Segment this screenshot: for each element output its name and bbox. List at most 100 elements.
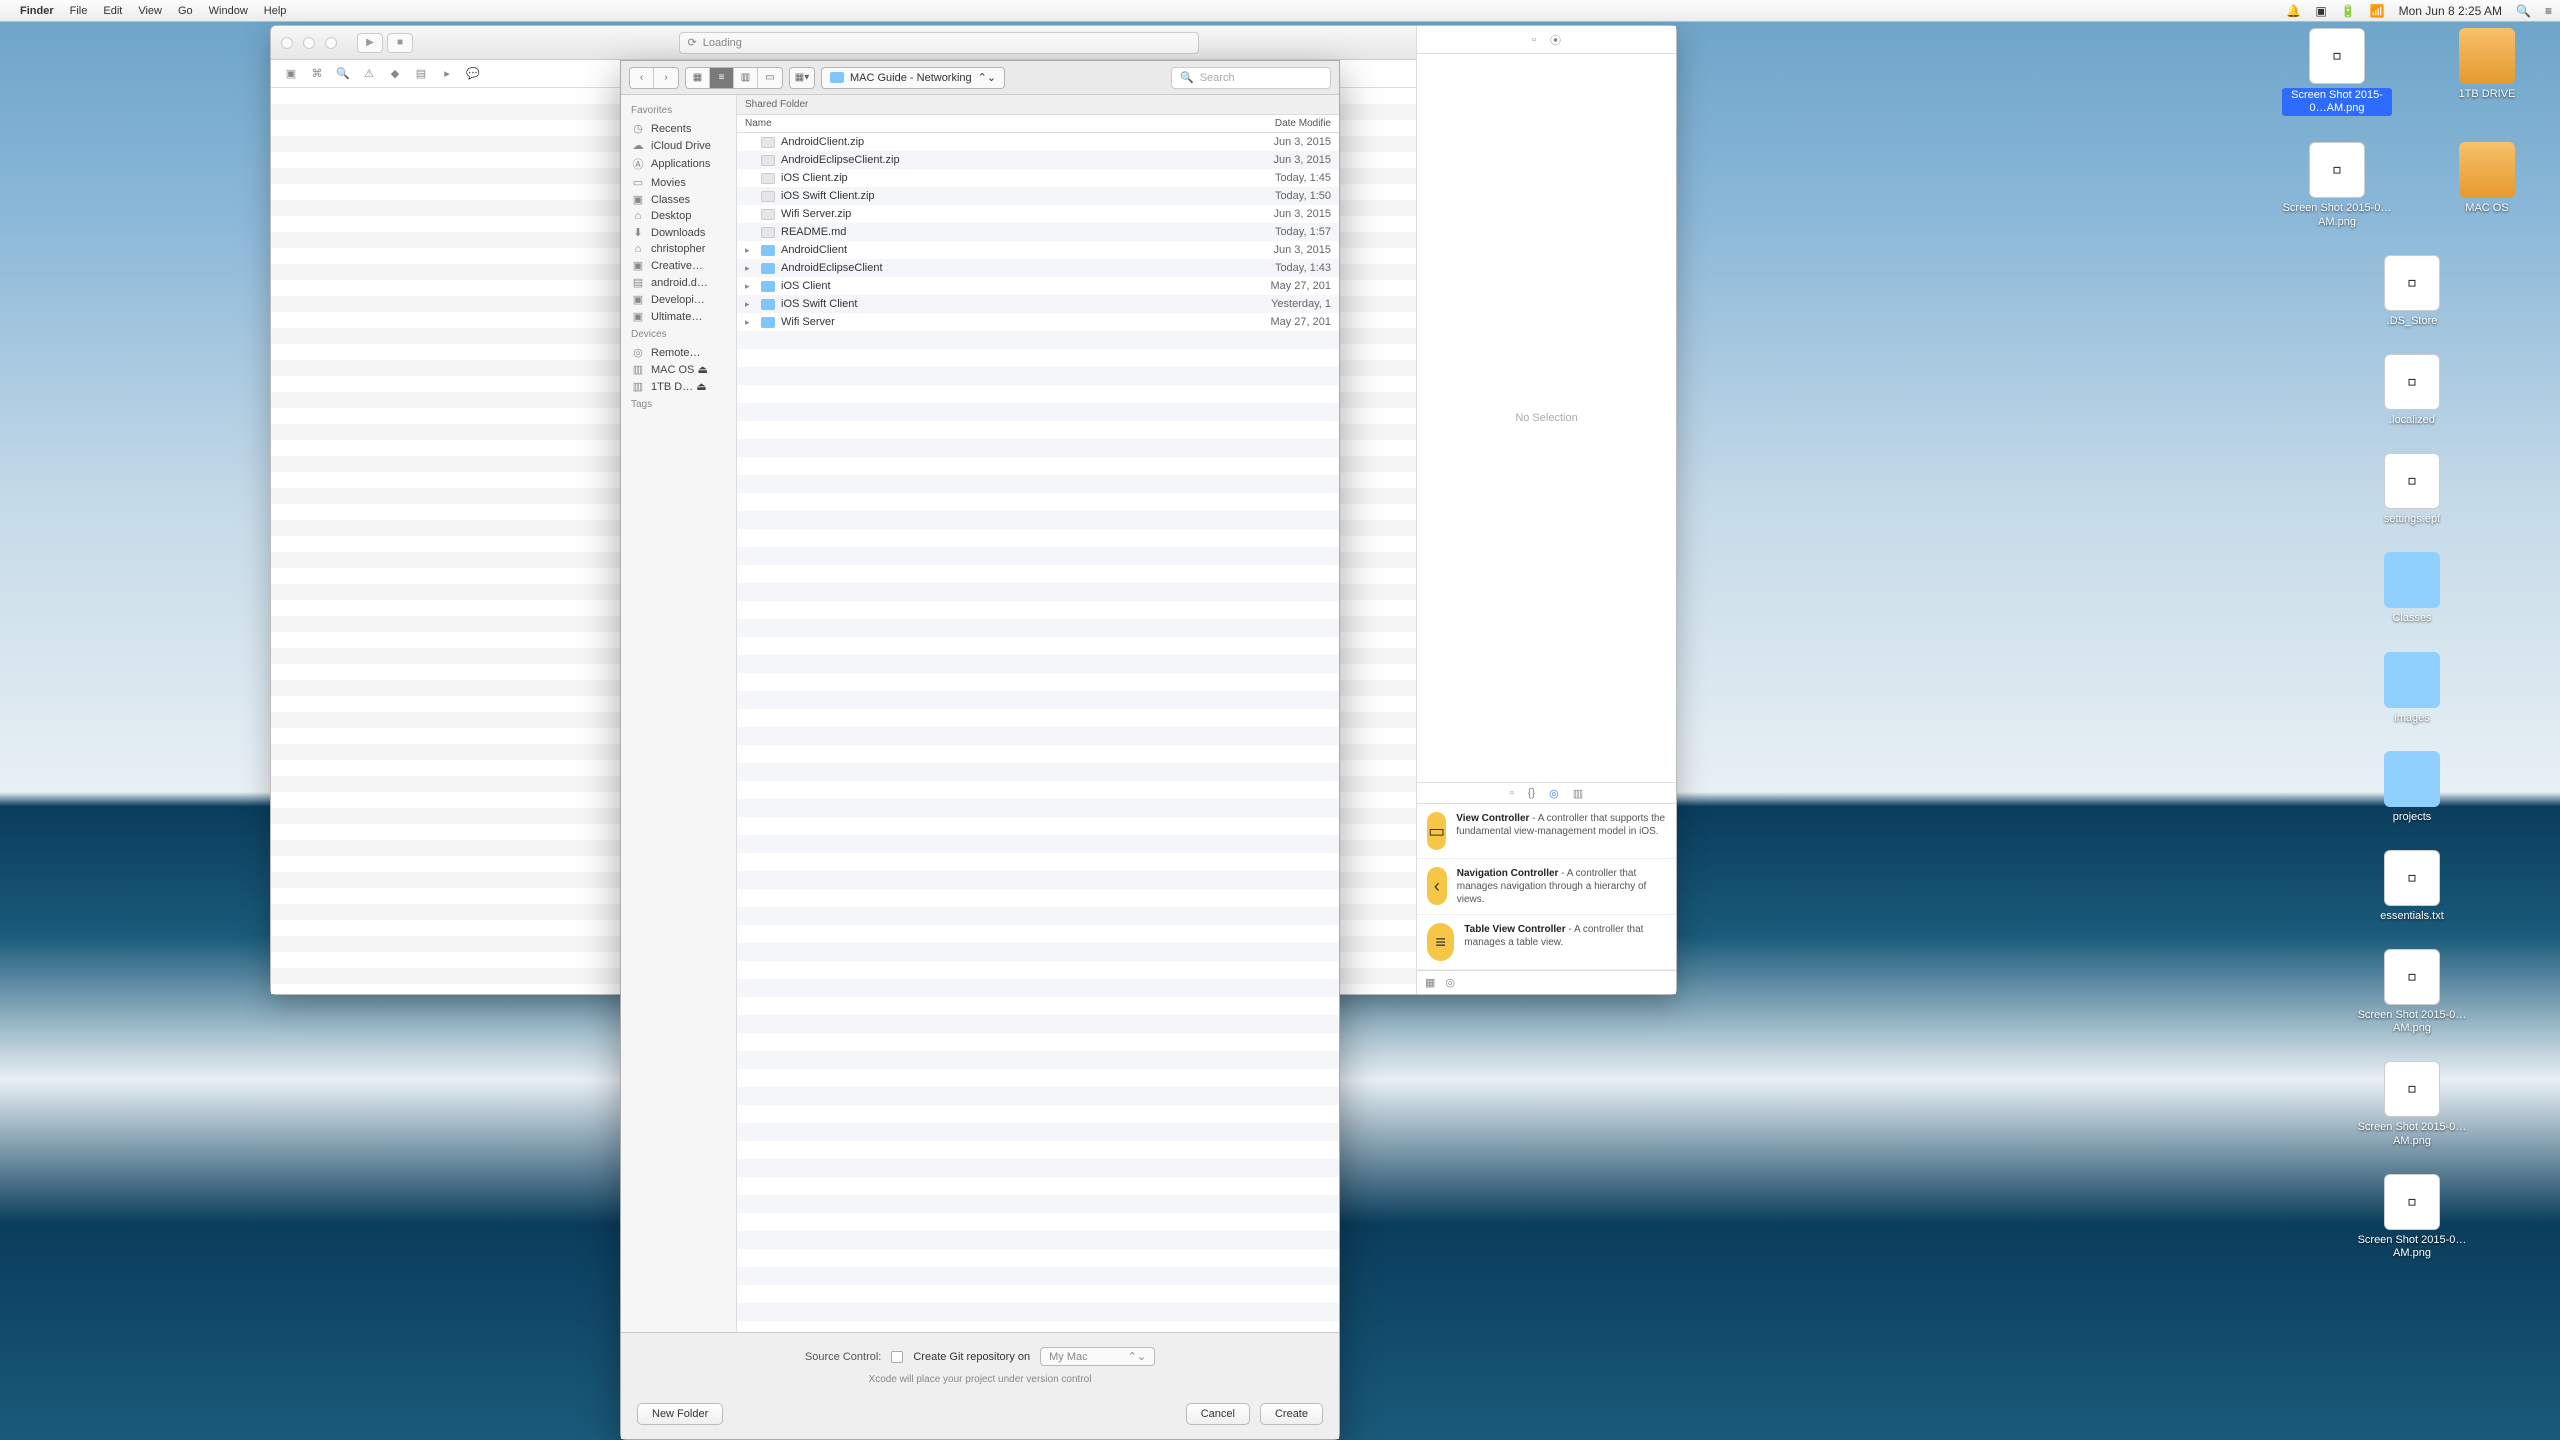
file-row[interactable]: ▸ iOS Swift Client Yesterday, 1 — [737, 295, 1339, 313]
sidebar-item[interactable]: ▣Developi… — [621, 291, 736, 308]
file-row[interactable]: iOS Swift Client.zip Today, 1:50 — [737, 187, 1339, 205]
desktop-icon[interactable]: ▫ Screen Shot 2015-0…AM.png — [2282, 1174, 2542, 1260]
spotlight-icon[interactable]: 🔍 — [2516, 4, 2531, 18]
file-inspector-icon[interactable]: ▫ — [1532, 34, 1536, 46]
col-date[interactable]: Date Modifie — [1221, 118, 1331, 129]
sidebar-item[interactable]: ⌂Desktop — [621, 208, 736, 224]
desktop-icon[interactable]: ▫ settings.epf — [2282, 453, 2542, 526]
nav-fwd[interactable]: › — [654, 68, 678, 88]
file-row[interactable]: ▸ Wifi Server May 27, 201 — [737, 313, 1339, 331]
view-cover[interactable]: ▭ — [758, 68, 782, 88]
library-item[interactable]: ‹ Navigation Controller - A controller t… — [1417, 859, 1676, 915]
library-item[interactable]: ▭ View Controller - A controller that su… — [1417, 804, 1676, 859]
clock[interactable]: Mon Jun 8 2:25 AM — [2399, 4, 2502, 18]
menu-extras-icon[interactable]: ≡ — [2545, 4, 2552, 18]
sidebar-item[interactable]: ⬇Downloads — [621, 224, 736, 241]
disclosure-icon[interactable]: ▸ — [745, 299, 755, 310]
desktop-icon[interactable]: MAC OS — [2432, 142, 2542, 228]
file-row[interactable]: AndroidClient.zip Jun 3, 2015 — [737, 133, 1339, 151]
new-folder-button[interactable]: New Folder — [637, 1403, 723, 1425]
nav-find-icon[interactable]: 🔍 — [335, 66, 351, 82]
desktop-icon[interactable]: ▫ essentials.txt — [2282, 850, 2542, 923]
desktop-icon[interactable]: Classes — [2282, 552, 2542, 625]
menu-window[interactable]: Window — [209, 5, 248, 17]
sidebar-item[interactable]: ▤android.d… — [621, 274, 736, 291]
lib-code-icon[interactable]: {} — [1528, 787, 1535, 799]
desktop-icon[interactable]: ▫ .localized — [2282, 354, 2542, 427]
nav-test-icon[interactable]: ◆ — [387, 66, 403, 82]
cancel-button[interactable]: Cancel — [1186, 1403, 1250, 1425]
view-list[interactable]: ≡ — [710, 68, 734, 88]
sidebar-item[interactable]: ⒶApplications — [621, 154, 736, 174]
path-control[interactable]: MAC Guide - Networking ⌃⌄ — [821, 67, 1005, 89]
app-name[interactable]: Finder — [20, 5, 54, 17]
lib-media-icon[interactable]: ▥ — [1573, 787, 1583, 800]
minimize-button[interactable] — [303, 37, 315, 49]
sidebar-item[interactable]: ▥MAC OS ⏏ — [621, 361, 736, 378]
search-field[interactable]: 🔍 Search — [1171, 67, 1331, 89]
create-button[interactable]: Create — [1260, 1403, 1323, 1425]
file-row[interactable]: ▸ AndroidEclipseClient Today, 1:43 — [737, 259, 1339, 277]
notification-icon[interactable]: 🔔 — [2286, 4, 2301, 18]
sidebar-item[interactable]: ⌂christopher — [621, 241, 736, 257]
sidebar-item[interactable]: ▣Classes — [621, 191, 736, 208]
file-row[interactable]: ▸ AndroidClient Jun 3, 2015 — [737, 241, 1339, 259]
file-row[interactable]: iOS Client.zip Today, 1:45 — [737, 169, 1339, 187]
run-button[interactable]: ▶ — [357, 33, 383, 53]
file-row[interactable]: Wifi Server.zip Jun 3, 2015 — [737, 205, 1339, 223]
desktop-icon[interactable]: ▫ Screen Shot 2015-0…AM.png — [2282, 28, 2392, 116]
arrange-button[interactable]: ▦▾ — [790, 68, 814, 88]
sidebar-item[interactable]: ▣Ultimate… — [621, 308, 736, 325]
menu-view[interactable]: View — [138, 5, 162, 17]
nav-break-icon[interactable]: ▸ — [439, 66, 455, 82]
sidebar-item[interactable]: ▭Movies — [621, 174, 736, 191]
wifi-icon[interactable]: 📶 — [2370, 4, 2385, 18]
view-column[interactable]: ▥ — [734, 68, 758, 88]
desktop-icon[interactable]: images — [2282, 652, 2542, 725]
display-icon[interactable]: ▣ — [2315, 4, 2326, 18]
desktop-icon[interactable]: ▫ Screen Shot 2015-0…AM.png — [2282, 142, 2392, 228]
file-list[interactable]: AndroidClient.zip Jun 3, 2015 AndroidEcl… — [737, 133, 1339, 1332]
menu-help[interactable]: Help — [264, 5, 287, 17]
sidebar-item[interactable]: ◷Recents — [621, 120, 736, 137]
battery-icon[interactable]: 🔋 — [2341, 4, 2356, 18]
nav-report-icon[interactable]: 💬 — [465, 66, 481, 82]
nav-back[interactable]: ‹ — [630, 68, 654, 88]
desktop-icon[interactable]: ▫ .DS_Store — [2282, 255, 2542, 328]
nav-project-icon[interactable]: ▣ — [283, 66, 299, 82]
stop-button[interactable]: ■ — [387, 33, 413, 53]
sidebar-item[interactable]: ◎Remote… — [621, 344, 736, 361]
quick-help-icon[interactable]: ⦿ — [1550, 32, 1561, 48]
git-location-select[interactable]: My Mac ⌃⌄ — [1040, 1347, 1155, 1366]
sidebar-item[interactable]: ▥1TB D… ⏏ — [621, 378, 736, 395]
lib-grid-icon[interactable]: ▦ — [1425, 976, 1435, 989]
desktop-icon[interactable]: 1TB DRIVE — [2432, 28, 2542, 116]
sidebar-item[interactable]: ▣Creative… — [621, 257, 736, 274]
disclosure-icon[interactable]: ▸ — [745, 245, 755, 256]
file-row[interactable]: README.md Today, 1:57 — [737, 223, 1339, 241]
zoom-button[interactable] — [325, 37, 337, 49]
file-row[interactable]: ▸ iOS Client May 27, 201 — [737, 277, 1339, 295]
menu-edit[interactable]: Edit — [103, 5, 122, 17]
view-icon[interactable]: ▦ — [686, 68, 710, 88]
menu-file[interactable]: File — [70, 5, 88, 17]
desktop-icon[interactable]: ▫ Screen Shot 2015-0…AM.png — [2282, 1061, 2542, 1147]
menu-go[interactable]: Go — [178, 5, 193, 17]
lib-list-icon[interactable]: ◎ — [1445, 976, 1455, 989]
nav-symbol-icon[interactable]: ⌘ — [309, 66, 325, 82]
col-name[interactable]: Name — [745, 118, 1213, 129]
git-checkbox[interactable] — [891, 1351, 903, 1363]
file-row[interactable]: AndroidEclipseClient.zip Jun 3, 2015 — [737, 151, 1339, 169]
nav-issue-icon[interactable]: ⚠ — [361, 66, 377, 82]
disclosure-icon[interactable]: ▸ — [745, 317, 755, 328]
desktop-icon[interactable]: projects — [2282, 751, 2542, 824]
close-button[interactable] — [281, 37, 293, 49]
lib-file-icon[interactable]: ▫ — [1510, 787, 1514, 799]
desktop-icon[interactable]: ▫ Screen Shot 2015-0…AM.png — [2282, 949, 2542, 1035]
lib-object-icon[interactable]: ◎ — [1549, 787, 1559, 800]
sidebar-item[interactable]: ☁iCloud Drive — [621, 137, 736, 154]
disclosure-icon[interactable]: ▸ — [745, 281, 755, 292]
column-headers[interactable]: Name Date Modifie — [737, 115, 1339, 133]
nav-debug-icon[interactable]: ▤ — [413, 66, 429, 82]
disclosure-icon[interactable]: ▸ — [745, 263, 755, 274]
